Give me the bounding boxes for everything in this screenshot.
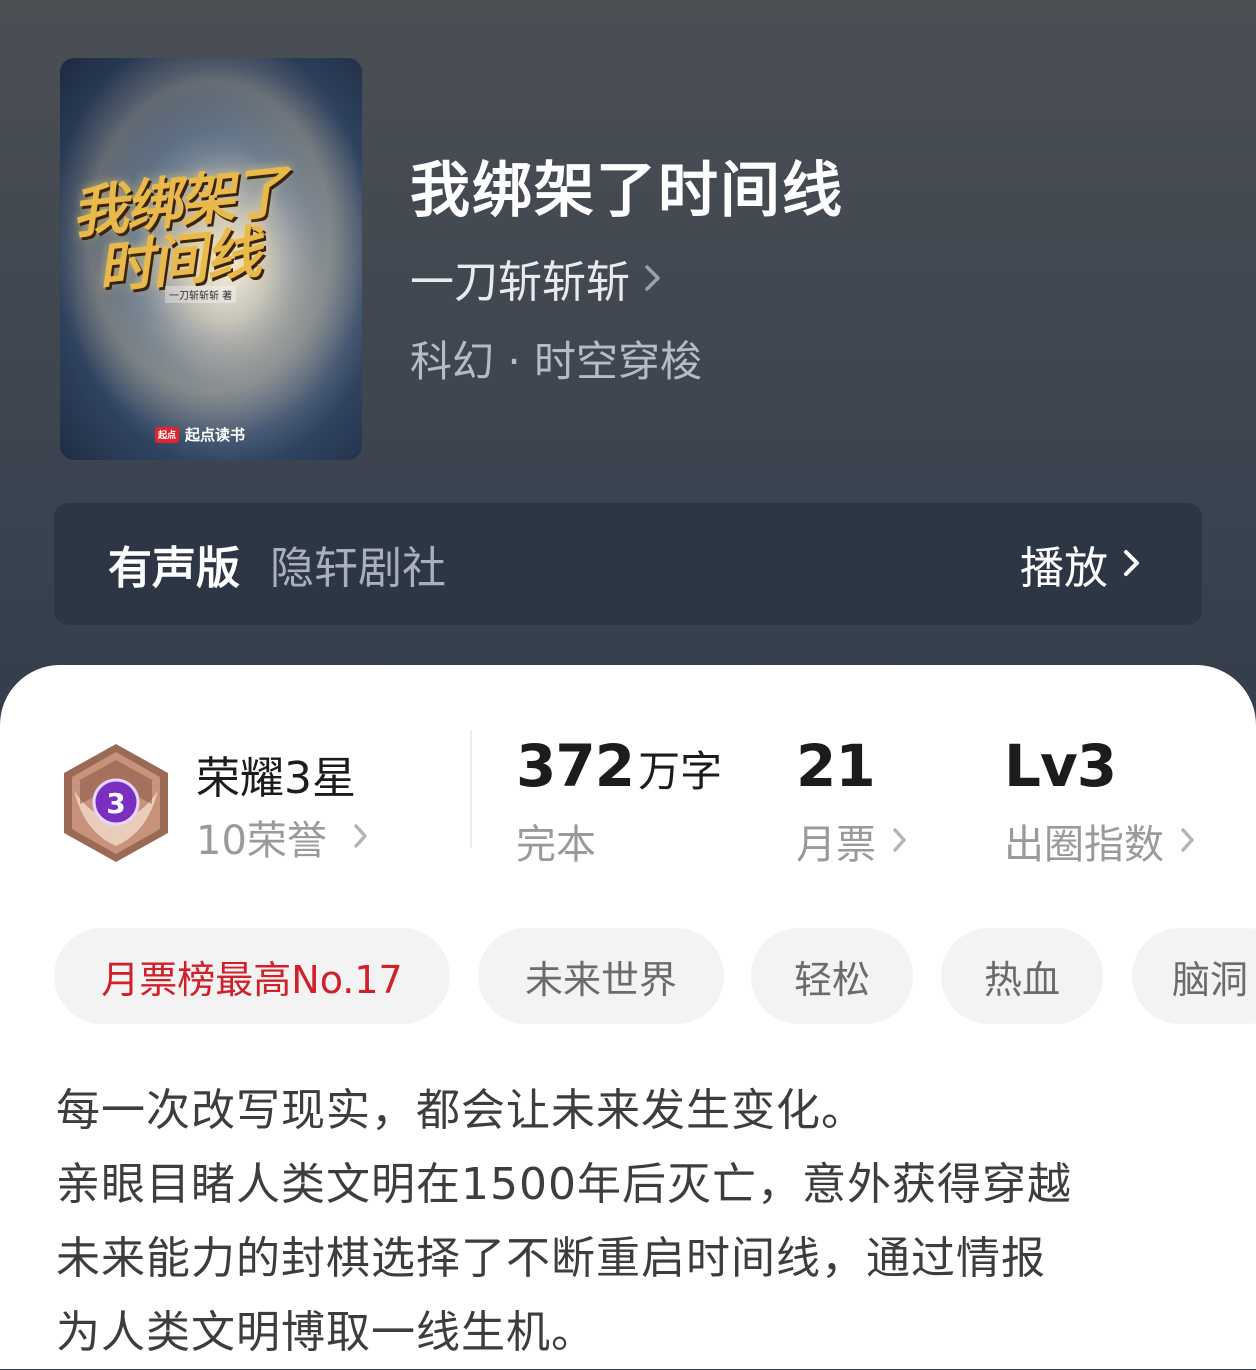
audio-version-label: 有声版 [108,543,240,594]
book-description: 每一次改写现实，都会让未来发生变化。 亲眼目睹人类文明在1500年后灭亡，意外获… [56,1074,1206,1370]
stats-divider [470,730,472,848]
chevron-right-icon [1180,818,1196,864]
tag-future-world[interactable]: 未来世界 [478,928,724,1024]
author-link[interactable]: 一刀斩斩斩 [410,246,662,310]
author-name: 一刀斩斩斩 [410,257,630,308]
play-button[interactable]: 播放 [1020,532,1142,596]
honor-points: 10荣誉 [196,818,327,864]
word-count-value: 372 [516,732,635,800]
tag-list: 月票榜最高No.17 未来世界 轻松 热血 脑洞 [54,928,1256,1024]
honor-title: 荣耀3星 [196,753,356,804]
cover-brand: 起点 起点读书 [155,424,245,445]
word-count-unit: 万字 [638,747,723,796]
chevron-right-icon [1122,539,1142,590]
chevron-right-icon [892,818,908,864]
popularity-index-link[interactable]: 出圈指数 [1004,812,1196,870]
qidian-logo-icon: 起点 [155,426,179,443]
tag-brain-hole[interactable]: 脑洞 [1132,928,1256,1024]
completion-status: 完本 [516,822,596,868]
chevron-right-icon [353,814,369,860]
popularity-level-value: Lv3 [1004,732,1117,800]
tag-passionate[interactable]: 热血 [941,928,1103,1024]
word-count: 372万字 [516,732,722,800]
tag-ranking[interactable]: 月票榜最高No.17 [54,928,450,1024]
genre-label: 科幻 · 时空穿梭 [410,337,703,386]
svg-text:3: 3 [106,787,125,820]
monthly-votes-label: 月票 [796,822,876,868]
chevron-right-icon [644,253,662,304]
cover-brand-name: 起点读书 [185,426,246,444]
description-line: 未来能力的封棋选择了不断重启时间线，通过情报 [56,1233,1046,1284]
audio-studio-name: 隐轩剧社 [270,543,446,594]
book-title: 我绑架了时间线 [410,156,844,226]
honor-badge-icon[interactable]: 3 [60,742,172,864]
book-cover[interactable]: 我绑架了 时间线 一刀斩斩斩 著 起点 起点读书 [60,58,362,460]
monthly-votes-value: 21 [796,732,876,800]
cover-author: 一刀斩斩斩 著 [165,286,237,303]
description-line: 每一次改写现实，都会让未来发生变化。 [56,1085,866,1136]
description-line: 为人类文明博取一线生机。 [56,1307,596,1358]
audio-version-bar[interactable]: 有声版 隐轩剧社 播放 [54,503,1202,625]
description-line: 亲眼目睹人类文明在1500年后灭亡，意外获得穿越 [56,1159,1072,1210]
monthly-votes-link[interactable]: 月票 [796,812,908,870]
tag-relaxed[interactable]: 轻松 [751,928,913,1024]
popularity-index-label: 出圈指数 [1004,822,1164,868]
honor-points-link[interactable]: 10荣誉 [196,808,369,866]
play-label: 播放 [1020,543,1108,594]
book-header: 我绑架了 时间线 一刀斩斩斩 著 起点 起点读书 我绑架了时间线 一刀斩斩斩 科… [0,0,1256,720]
